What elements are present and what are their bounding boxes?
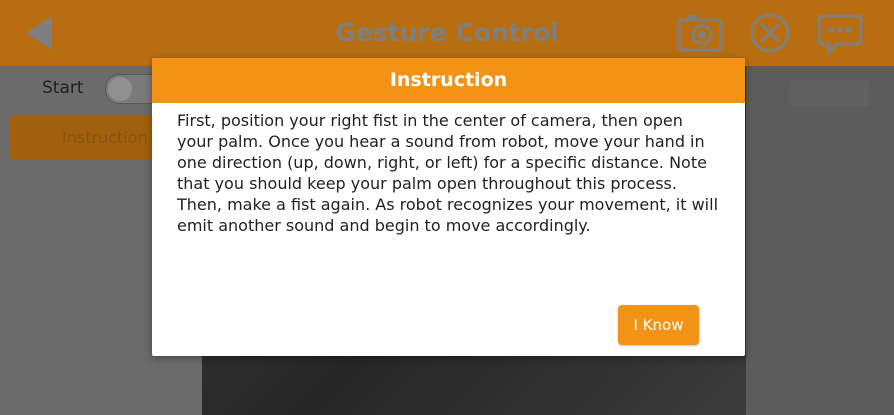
dialog-title: Instruction	[152, 58, 745, 103]
right-panel	[746, 66, 894, 415]
camera-icon[interactable]	[675, 10, 725, 56]
top-bar: Gesture Control	[0, 0, 894, 66]
dialog-message: First, position your right fist in the c…	[177, 111, 719, 235]
instruction-dialog: Instruction First, position your right f…	[152, 58, 745, 356]
toggle-knob	[108, 77, 132, 101]
start-label: Start	[42, 78, 84, 98]
chat-bubble-icon[interactable]	[815, 10, 865, 56]
right-panel-slot	[790, 80, 870, 106]
close-circle-icon[interactable]	[745, 10, 795, 56]
i-know-button[interactable]: I Know	[618, 305, 699, 345]
